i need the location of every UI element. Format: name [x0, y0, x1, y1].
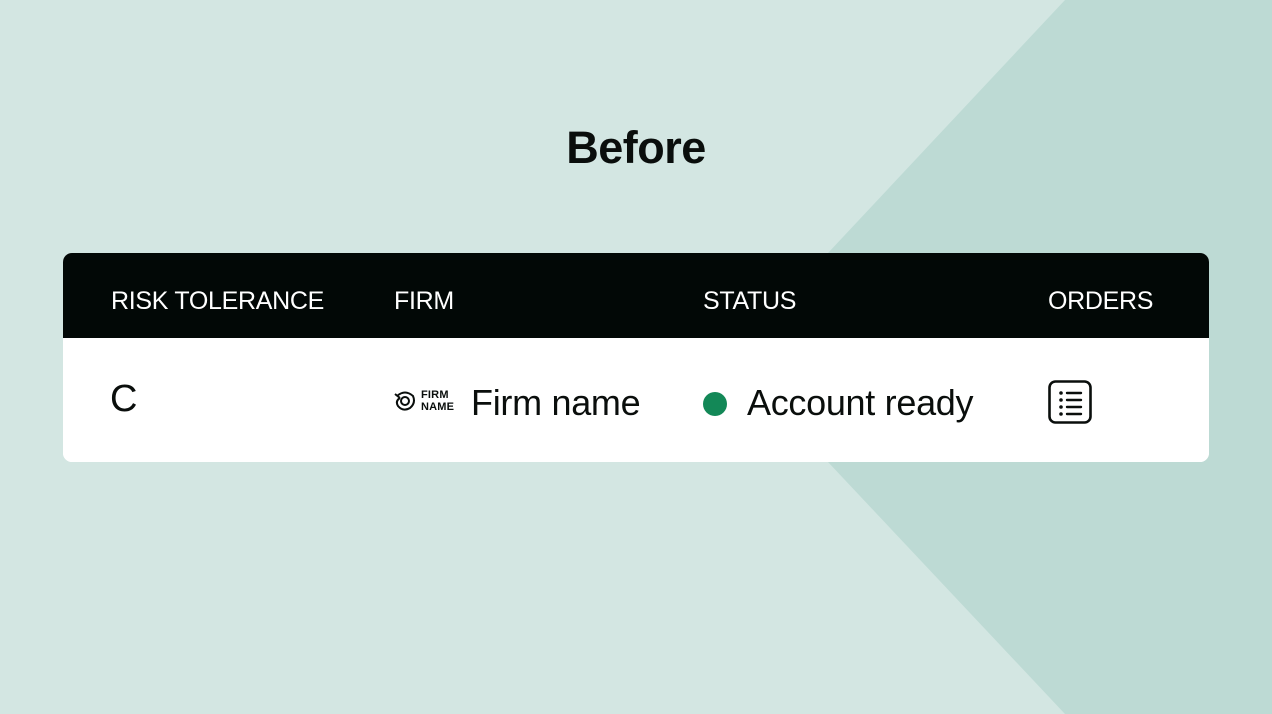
status-indicator-dot: [703, 392, 727, 416]
firm-logo-text-line2: NAME: [421, 401, 455, 413]
column-header-orders[interactable]: ORDERS: [1048, 287, 1153, 316]
status-label: Account ready: [747, 382, 974, 423]
column-header-risk-tolerance[interactable]: RISK TOLERANCE: [111, 287, 324, 316]
risk-tolerance-value: C: [110, 378, 138, 420]
firm-logo-text-line1: FIRM: [421, 389, 449, 401]
firm-logo-text: FIRM NAME: [421, 389, 454, 413]
column-header-firm[interactable]: FIRM: [394, 287, 454, 316]
firm-name: Firm name: [471, 382, 641, 423]
column-header-status[interactable]: STATUS: [703, 287, 796, 316]
firm-logo: FIRM NAME: [394, 389, 460, 415]
table-header: RISK TOLERANCE FIRM STATUS ORDERS: [63, 253, 1209, 338]
accounts-table: RISK TOLERANCE FIRM STATUS ORDERS C FIRM…: [63, 253, 1209, 462]
firm-logo-icon: [394, 391, 415, 411]
page-title: Before: [566, 122, 706, 173]
orders-list-icon[interactable]: [1048, 380, 1092, 424]
